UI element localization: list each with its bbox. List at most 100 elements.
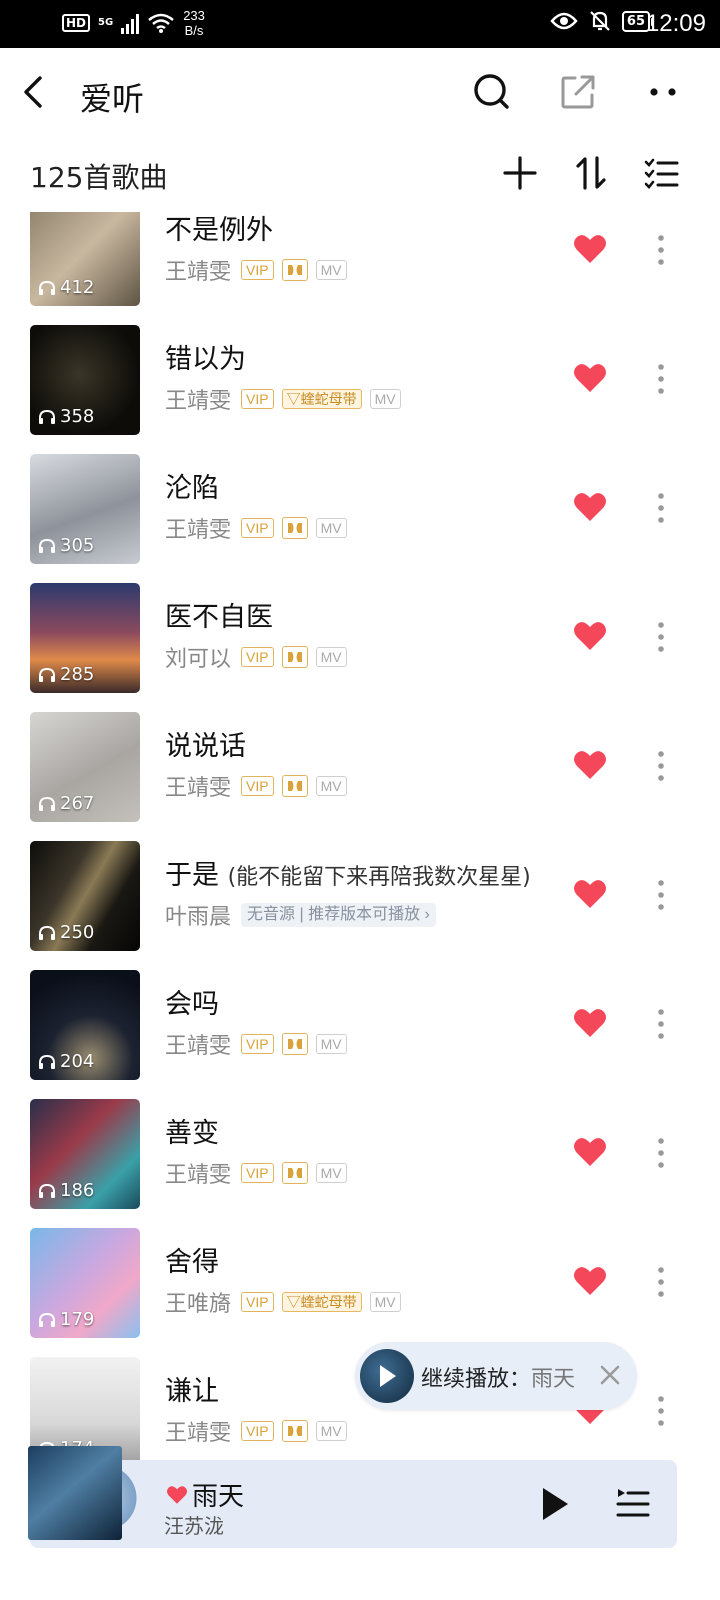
mv-badge[interactable]: MV — [315, 518, 347, 538]
signal-icon — [121, 12, 140, 34]
multi-select-icon[interactable] — [643, 155, 679, 191]
headphones-icon — [39, 280, 55, 295]
song-list[interactable]: 412 不是例外 王靖雯 VIP MV 358 错以为 王靖雯 VIP ▽蝰蛇母… — [0, 212, 720, 1464]
share-icon[interactable] — [558, 72, 598, 112]
heart-icon[interactable] — [573, 1265, 607, 1297]
more-vertical-icon[interactable] — [655, 492, 667, 524]
song-row[interactable]: 358 错以为 王靖雯 VIP ▽蝰蛇母带 MV — [0, 315, 720, 445]
now-playing-artwork[interactable] — [28, 1446, 142, 1548]
play-count: 285 — [38, 664, 94, 685]
more-vertical-icon[interactable] — [655, 1008, 667, 1040]
album-cover[interactable]: 250 — [30, 841, 140, 951]
mini-player[interactable]: 雨天 汪苏泷 — [28, 1446, 677, 1548]
album-cover[interactable]: 179 — [30, 1228, 140, 1338]
more-vertical-icon[interactable] — [655, 234, 667, 266]
song-row[interactable]: 267 说说话 王靖雯 VIP MV — [0, 702, 720, 832]
mv-badge[interactable]: MV — [315, 1034, 347, 1054]
headphones-icon — [39, 409, 55, 424]
song-title: 说说话 — [165, 731, 246, 762]
more-vertical-icon[interactable] — [655, 879, 667, 911]
play-count: 267 — [38, 793, 94, 814]
more-vertical-icon[interactable] — [655, 750, 667, 782]
heart-icon[interactable] — [573, 233, 607, 265]
artist-name[interactable]: 叶雨晨 — [165, 899, 231, 931]
heart-icon[interactable] — [573, 620, 607, 652]
play-icon[interactable] — [540, 1486, 570, 1522]
mv-badge[interactable]: MV — [369, 1292, 401, 1312]
headphones-icon — [39, 667, 55, 682]
heart-icon[interactable] — [573, 1007, 607, 1039]
more-icon[interactable] — [644, 72, 684, 112]
more-vertical-icon[interactable] — [655, 1395, 667, 1427]
vip-badge: VIP — [241, 518, 274, 538]
heart-icon[interactable] — [573, 878, 607, 910]
song-title: 沦陷 — [165, 473, 219, 504]
close-icon[interactable] — [599, 1364, 621, 1386]
back-icon[interactable] — [18, 74, 48, 110]
more-vertical-icon[interactable] — [655, 621, 667, 653]
mv-badge[interactable]: MV — [315, 1421, 347, 1441]
album-cover[interactable]: 358 — [30, 325, 140, 435]
vip-badge: VIP — [241, 1292, 274, 1312]
artist-name[interactable]: 王靖雯 — [165, 512, 231, 544]
album-cover[interactable]: 412 — [30, 212, 140, 306]
playlist-icon[interactable] — [616, 1486, 650, 1520]
song-row[interactable]: 186 善变 王靖雯 VIP MV — [0, 1089, 720, 1219]
more-vertical-icon[interactable] — [655, 1137, 667, 1169]
vip-badge: VIP — [241, 1421, 274, 1441]
artist-name[interactable]: 刘可以 — [165, 641, 231, 673]
headphones-icon — [39, 925, 55, 940]
artist-name[interactable]: 王靖雯 — [165, 254, 231, 286]
song-row[interactable]: 204 会吗 王靖雯 VIP MV — [0, 960, 720, 1090]
album-cover[interactable]: 305 — [30, 454, 140, 564]
eye-icon — [550, 12, 578, 30]
song-row[interactable]: 250 于是 (能不能留下来再陪我数次星星) 叶雨晨 无音源 | 推荐版本可播放… — [0, 831, 720, 961]
artist-name[interactable]: 王靖雯 — [165, 770, 231, 802]
artist-name[interactable]: 王靖雯 — [165, 1028, 231, 1060]
add-icon[interactable] — [502, 155, 538, 191]
song-title: 会吗 — [165, 989, 219, 1020]
dolby-icon — [281, 1420, 308, 1442]
more-vertical-icon[interactable] — [655, 1266, 667, 1298]
resume-text[interactable]: 继续播放：雨天 — [421, 1361, 575, 1393]
master-quality-badge: ▽蝰蛇母带 — [281, 389, 362, 409]
album-cover[interactable]: 186 — [30, 1099, 140, 1209]
heart-icon[interactable] — [573, 1136, 607, 1168]
album-cover[interactable]: 285 — [30, 583, 140, 693]
song-title: 错以为 — [165, 344, 246, 375]
artist-name[interactable]: 王唯旖 — [165, 1286, 231, 1318]
play-count: 179 — [38, 1309, 94, 1330]
heart-icon[interactable] — [573, 749, 607, 781]
resume-playback-toast[interactable]: 继续播放：雨天 — [355, 1342, 637, 1410]
song-row[interactable]: 305 沦陷 王靖雯 VIP MV — [0, 444, 720, 574]
artist-name[interactable]: 王靖雯 — [165, 1415, 231, 1447]
artist-name[interactable]: 王靖雯 — [165, 383, 231, 415]
mv-badge[interactable]: MV — [315, 1163, 347, 1183]
mv-badge[interactable]: MV — [315, 260, 347, 280]
no-source-notice[interactable]: 无音源 | 推荐版本可播放 › — [241, 903, 436, 927]
song-row[interactable]: 412 不是例外 王靖雯 VIP MV — [0, 212, 720, 316]
song-title: 不是例外 — [165, 215, 273, 246]
sort-icon[interactable] — [573, 155, 609, 191]
mv-badge[interactable]: MV — [315, 647, 347, 667]
album-cover[interactable]: 267 — [30, 712, 140, 822]
page-title: 爱听 — [80, 80, 145, 118]
song-row[interactable]: 179 舍得 王唯旖 VIP ▽蝰蛇母带 MV — [0, 1218, 720, 1348]
heart-icon[interactable] — [573, 491, 607, 523]
dolby-icon — [281, 775, 308, 797]
more-vertical-icon[interactable] — [655, 363, 667, 395]
heart-icon[interactable] — [166, 1485, 188, 1505]
mv-badge[interactable]: MV — [315, 776, 347, 796]
song-title: 谦让 — [165, 1376, 219, 1407]
dolby-icon — [281, 1033, 308, 1055]
mv-badge[interactable]: MV — [369, 389, 401, 409]
search-icon[interactable] — [472, 72, 512, 112]
heart-icon[interactable] — [573, 362, 607, 394]
album-cover[interactable]: 204 — [30, 970, 140, 1080]
artist-name[interactable]: 王靖雯 — [165, 1157, 231, 1189]
network-type: 5G — [98, 17, 114, 28]
vip-badge: VIP — [241, 1034, 274, 1054]
resume-cover[interactable] — [360, 1349, 414, 1403]
list-header: 125首歌曲 — [0, 140, 720, 212]
song-row[interactable]: 285 医不自医 刘可以 VIP MV — [0, 573, 720, 703]
